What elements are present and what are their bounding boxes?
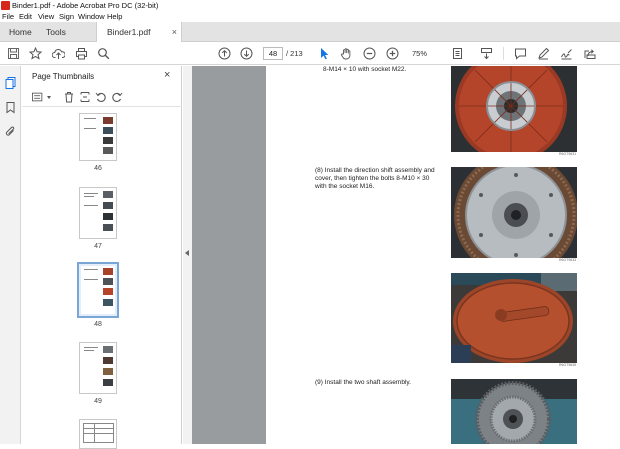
thumbnail-label-47: 47 bbox=[94, 243, 102, 250]
select-pointer-icon[interactable] bbox=[318, 47, 331, 60]
scroll-mode-icon[interactable] bbox=[480, 47, 493, 60]
photo-two-shaft-assembly bbox=[451, 379, 577, 444]
menu-edit[interactable]: Edit bbox=[19, 11, 32, 22]
page-thumbnails-panel: Page Thumbnails × 46 47 48 49 bbox=[22, 66, 201, 449]
prev-page-icon[interactable] bbox=[218, 47, 231, 60]
bookmarks-icon[interactable] bbox=[4, 101, 17, 114]
step-9-text: (9) Install the two shaft assembly. bbox=[315, 379, 411, 386]
thumbnail-options-caret[interactable] bbox=[47, 96, 51, 99]
photo-direction-shift-assembly bbox=[451, 167, 577, 258]
page-thumbnails-icon[interactable] bbox=[4, 76, 17, 89]
photo-cover-installed bbox=[451, 273, 577, 363]
panel-toolbar bbox=[22, 87, 182, 107]
photo-caption: R6GT9635 bbox=[559, 363, 577, 367]
panel-title: Page Thumbnails bbox=[32, 72, 95, 81]
rotate-right-icon[interactable] bbox=[111, 91, 123, 103]
tab-close-icon[interactable]: × bbox=[172, 22, 177, 42]
page-count: / 213 bbox=[286, 49, 303, 58]
thumbnail-page-48[interactable] bbox=[77, 262, 119, 318]
page-number-input[interactable]: 48 bbox=[263, 47, 283, 60]
thumbnail-page-50[interactable] bbox=[79, 419, 117, 449]
save-icon[interactable] bbox=[7, 47, 20, 60]
thumbnail-label-49: 49 bbox=[94, 398, 102, 405]
tab-tools[interactable]: Tools bbox=[46, 22, 66, 42]
tab-document[interactable]: Binder1.pdf × bbox=[96, 22, 182, 43]
thumbnail-options-icon[interactable] bbox=[32, 91, 46, 103]
step-8-text: (8) Install the direction shift assembly… bbox=[315, 167, 435, 190]
print-icon[interactable] bbox=[75, 47, 88, 60]
pen-icon[interactable] bbox=[537, 47, 550, 60]
photo-caption: R6GT9633 bbox=[559, 258, 577, 262]
menu-sign[interactable]: Sign bbox=[59, 11, 74, 22]
photo-gear-housing-rust bbox=[451, 66, 577, 152]
document-viewer[interactable]: 8-M14 × 10 with socket M22. R6GT9631 (8)… bbox=[192, 66, 620, 444]
menu-bar: File Edit View Sign Window Help bbox=[0, 11, 620, 22]
bookmark-star-icon[interactable] bbox=[29, 47, 42, 60]
panel-collapse-handle[interactable] bbox=[183, 66, 192, 444]
thumbnail-page-46[interactable] bbox=[79, 113, 117, 161]
thumbnail-label-46: 46 bbox=[94, 165, 102, 172]
thumbnail-page-47[interactable] bbox=[79, 187, 117, 239]
hand-icon[interactable] bbox=[340, 47, 353, 60]
menu-help[interactable]: Help bbox=[107, 11, 122, 22]
delete-page-icon[interactable] bbox=[63, 91, 75, 103]
attachments-icon[interactable] bbox=[4, 125, 17, 138]
menu-view[interactable]: View bbox=[38, 11, 54, 22]
toolbar: 48 / 213 75% bbox=[0, 42, 620, 98]
tab-bar: Home Tools Binder1.pdf × bbox=[0, 22, 620, 43]
title-bar: Binder1.pdf - Adobe Acrobat Pro DC (32-b… bbox=[0, 0, 620, 11]
zoom-level[interactable]: 75% bbox=[412, 47, 427, 60]
search-icon[interactable] bbox=[97, 47, 110, 60]
tab-document-label: Binder1.pdf bbox=[107, 27, 151, 37]
zoom-in-icon[interactable] bbox=[386, 47, 399, 60]
share-icon[interactable] bbox=[583, 47, 596, 60]
navigation-rail bbox=[0, 66, 21, 444]
pdf-page: 8-M14 × 10 with socket M22. R6GT9631 (8)… bbox=[266, 66, 620, 444]
photo-caption: R6GT9631 bbox=[559, 152, 577, 156]
thumbnail-label-48: 48 bbox=[94, 321, 102, 328]
toolbar-separator bbox=[503, 47, 504, 60]
comment-icon[interactable] bbox=[514, 47, 527, 60]
page-text-top: 8-M14 × 10 with socket M22. bbox=[323, 66, 407, 73]
fit-page-icon[interactable] bbox=[451, 47, 464, 60]
window-title: Binder1.pdf - Adobe Acrobat Pro DC (32-b… bbox=[12, 1, 159, 10]
menu-window[interactable]: Window bbox=[78, 11, 105, 22]
sign-icon[interactable] bbox=[560, 47, 573, 60]
menu-file[interactable]: File bbox=[2, 11, 14, 22]
tab-home[interactable]: Home bbox=[9, 22, 32, 42]
collapse-arrow-icon[interactable] bbox=[185, 250, 189, 256]
upload-icon[interactable] bbox=[52, 47, 65, 60]
acrobat-app-icon bbox=[1, 1, 10, 10]
rotate-left-icon[interactable] bbox=[95, 91, 107, 103]
insert-page-icon[interactable] bbox=[79, 91, 91, 103]
zoom-out-icon[interactable] bbox=[363, 47, 376, 60]
next-page-icon[interactable] bbox=[240, 47, 253, 60]
panel-close-icon[interactable]: × bbox=[164, 69, 170, 81]
thumbnail-page-49[interactable] bbox=[79, 342, 117, 394]
